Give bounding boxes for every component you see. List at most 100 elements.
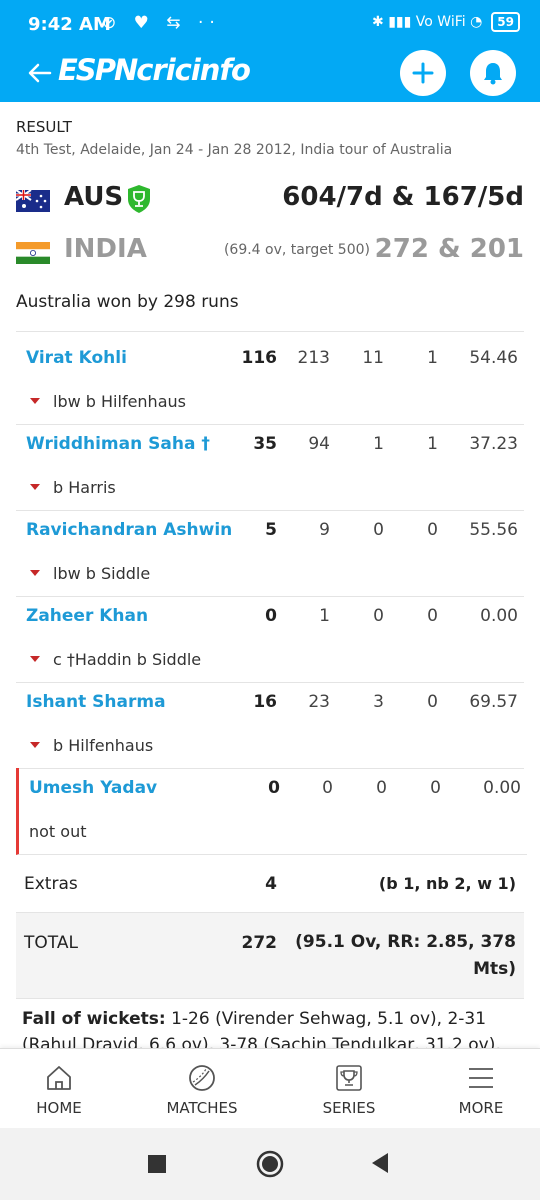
batter-sixes: 1 bbox=[427, 434, 438, 454]
nav-series[interactable]: SERIES bbox=[316, 1063, 382, 1117]
team-name: AUS bbox=[64, 182, 124, 212]
batter-balls: 1 bbox=[319, 606, 330, 626]
plus-icon bbox=[412, 62, 434, 84]
total-detail: (95.1 Ov, RR: 2.85, 378 Mts) bbox=[295, 932, 516, 979]
batter-row-not-out[interactable]: Umesh Yadav 0 0 0 0 0.00 not out bbox=[16, 768, 527, 855]
australia-flag-icon bbox=[16, 190, 50, 212]
batter-balls: 94 bbox=[308, 434, 330, 454]
fall-of-wickets-label: Fall of wickets: bbox=[22, 1009, 166, 1029]
nav-more-label: MORE bbox=[458, 1099, 504, 1117]
batter-dismissal: b Harris bbox=[53, 478, 116, 497]
batter-runs: 16 bbox=[253, 692, 277, 712]
trophy-icon bbox=[336, 1065, 362, 1091]
bell-icon bbox=[484, 63, 502, 85]
team-score: 272 & 201 bbox=[374, 234, 524, 264]
team-innings-info: (69.4 ov, target 500) bbox=[223, 242, 370, 258]
batter-row[interactable]: Virat Kohli 116 213 11 1 54.46 lbw b Hil… bbox=[16, 338, 524, 425]
nav-series-label: SERIES bbox=[322, 1099, 376, 1117]
batter-sixes: 0 bbox=[427, 520, 438, 540]
extras-row: Extras 4 (b 1, nb 2, w 1) bbox=[16, 854, 524, 913]
batter-dismissal: c †Haddin b Siddle bbox=[53, 650, 202, 669]
team-row-aus[interactable]: AUS 604/7d & 167/5d bbox=[16, 180, 524, 220]
add-button[interactable] bbox=[400, 50, 446, 96]
chevron-down-icon[interactable] bbox=[28, 652, 42, 666]
home-icon bbox=[47, 1066, 71, 1090]
batter-name[interactable]: Ishant Sharma bbox=[26, 692, 166, 712]
batter-row[interactable]: Zaheer Khan 0 1 0 0 0.00 c †Haddin b Sid… bbox=[16, 596, 524, 683]
batter-balls: 213 bbox=[297, 348, 330, 368]
total-row: TOTAL 272 (95.1 Ov, RR: 2.85, 378 Mts) bbox=[16, 913, 524, 999]
batter-dismissal: lbw b Hilfenhaus bbox=[53, 392, 186, 411]
batter-strike-rate: 0.00 bbox=[480, 606, 518, 626]
divider bbox=[16, 331, 524, 332]
extras-detail: (b 1, nb 2, w 1) bbox=[378, 874, 516, 893]
back-triangle-icon[interactable] bbox=[370, 1152, 390, 1174]
back-arrow-icon[interactable] bbox=[26, 59, 54, 87]
batter-dismissal: lbw b Siddle bbox=[53, 564, 151, 583]
batter-strike-rate: 55.56 bbox=[469, 520, 518, 540]
match-info: 4th Test, Adelaide, Jan 24 - Jan 28 2012… bbox=[16, 142, 453, 158]
status-connectivity-icons: ✱ ▮▮▮ Vo WiFi ◔ bbox=[372, 14, 483, 30]
batter-name[interactable]: Virat Kohli bbox=[26, 348, 127, 368]
batter-row[interactable]: Wriddhiman Saha † 35 94 1 1 37.23 b Harr… bbox=[16, 424, 524, 511]
app-bar: ESPNcricinfo bbox=[0, 46, 540, 102]
cricket-ball-icon bbox=[189, 1065, 215, 1091]
team-row-india[interactable]: INDIA (69.4 ov, target 500) 272 & 201 bbox=[16, 232, 524, 272]
chevron-down-icon[interactable] bbox=[28, 738, 42, 752]
batter-strike-rate: 37.23 bbox=[469, 434, 518, 454]
scorecard-content[interactable]: RESULT 4th Test, Adelaide, Jan 24 - Jan … bbox=[0, 102, 540, 1048]
match-status: RESULT bbox=[16, 118, 72, 136]
match-result-text: Australia won by 298 runs bbox=[16, 292, 239, 312]
batter-name[interactable]: Ravichandran Ashwin bbox=[26, 520, 232, 540]
batter-sixes: 1 bbox=[427, 348, 438, 368]
chevron-down-icon[interactable] bbox=[28, 394, 42, 408]
chevron-down-icon[interactable] bbox=[28, 480, 42, 494]
espncricinfo-logo[interactable]: ESPNcricinfo bbox=[58, 53, 251, 87]
batter-runs: 0 bbox=[268, 778, 280, 798]
batter-fours: 0 bbox=[373, 520, 384, 540]
batter-dismissal: b Hilfenhaus bbox=[53, 736, 154, 755]
batter-balls: 23 bbox=[308, 692, 330, 712]
team-score: 604/7d & 167/5d bbox=[282, 182, 524, 212]
extras-value: 4 bbox=[265, 874, 277, 894]
batter-row[interactable]: Ishant Sharma 16 23 3 0 69.57 b Hilfenha… bbox=[16, 682, 524, 769]
notifications-button[interactable] bbox=[470, 50, 516, 96]
batter-fours: 11 bbox=[362, 348, 384, 368]
batter-row[interactable]: Ravichandran Ashwin 5 9 0 0 55.56 lbw b … bbox=[16, 510, 524, 597]
nav-more[interactable]: MORE bbox=[452, 1063, 510, 1117]
batter-name[interactable]: Wriddhiman Saha † bbox=[26, 434, 210, 454]
batter-fours: 3 bbox=[373, 692, 384, 712]
nav-matches[interactable]: MATCHES bbox=[160, 1063, 244, 1117]
batter-dismissal: not out bbox=[29, 822, 87, 841]
batter-runs: 35 bbox=[253, 434, 277, 454]
status-time: 9:42 AM bbox=[28, 14, 111, 35]
recent-apps-icon[interactable] bbox=[148, 1155, 166, 1173]
batter-balls: 0 bbox=[322, 778, 333, 798]
batter-sixes: 0 bbox=[427, 606, 438, 626]
india-flag-icon bbox=[16, 242, 50, 264]
batter-fours: 0 bbox=[376, 778, 387, 798]
status-system-icons: ✱ ▮▮▮ Vo WiFi ◔ 59 bbox=[372, 12, 520, 32]
batter-name[interactable]: Umesh Yadav bbox=[29, 778, 157, 798]
batter-balls: 9 bbox=[319, 520, 330, 540]
menu-icon bbox=[469, 1068, 493, 1088]
team-name: INDIA bbox=[64, 234, 147, 264]
home-circle-icon[interactable] bbox=[256, 1150, 284, 1178]
battery-icon: 59 bbox=[491, 12, 520, 32]
fall-of-wickets: Fall of wickets: 1-26 (Virender Sehwag, … bbox=[22, 1006, 522, 1048]
status-bar: 9:42 AM ⊘ ♥ ⇆ ·· ✱ ▮▮▮ Vo WiFi ◔ 59 bbox=[0, 0, 540, 46]
batter-sixes: 0 bbox=[427, 692, 438, 712]
extras-label: Extras bbox=[24, 874, 78, 894]
logo-cricinfo: cricinfo bbox=[136, 53, 251, 87]
batter-runs: 5 bbox=[265, 520, 277, 540]
nav-home[interactable]: HOME bbox=[30, 1063, 88, 1117]
batter-strike-rate: 69.57 bbox=[469, 692, 518, 712]
total-value: 272 bbox=[241, 933, 278, 953]
logo-espn: ESPN bbox=[58, 53, 138, 87]
winner-trophy-icon bbox=[128, 185, 150, 213]
system-navigation-bar bbox=[0, 1128, 540, 1200]
batter-name[interactable]: Zaheer Khan bbox=[26, 606, 148, 626]
batter-sixes: 0 bbox=[430, 778, 441, 798]
chevron-down-icon[interactable] bbox=[28, 566, 42, 580]
nav-matches-label: MATCHES bbox=[166, 1099, 238, 1117]
